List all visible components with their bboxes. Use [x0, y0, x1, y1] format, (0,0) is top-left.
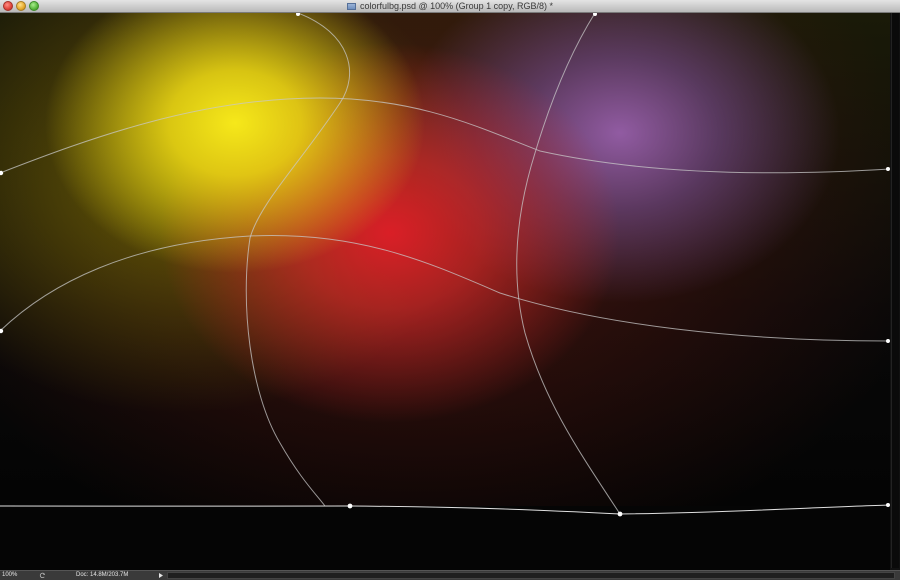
window-title: colorfulbg.psd @ 100% (Group 1 copy, RGB… [359, 1, 554, 11]
warp-line-horizontal-1 [0, 97, 890, 174]
horizontal-scroll-thumb[interactable] [168, 573, 894, 578]
warp-line-horizontal-3 [0, 504, 890, 515]
warp-line-vertical-2 [516, 13, 621, 515]
window-title-group: colorfulbg.psd @ 100% (Group 1 copy, RGB… [0, 0, 900, 12]
window-titlebar[interactable]: colorfulbg.psd @ 100% (Group 1 copy, RGB… [0, 0, 900, 13]
status-menu-arrow-icon[interactable] [157, 572, 165, 579]
horizontal-scrollbar[interactable] [167, 572, 895, 579]
vertical-scrollbar[interactable] [890, 13, 900, 570]
warp-mesh-overlay[interactable] [0, 13, 890, 570]
anchor-point [0, 328, 4, 334]
warp-line-horizontal-2 [0, 234, 890, 342]
document-size-info: Doc: 14.8M/203.7M [76, 572, 129, 578]
document-canvas[interactable] [0, 13, 890, 570]
psd-document-icon [346, 2, 356, 10]
refresh-icon[interactable] [39, 572, 46, 579]
anchor-point [617, 511, 623, 517]
anchor-point [296, 13, 300, 16]
warp-line-vertical-1 [245, 13, 351, 507]
anchor-point [347, 503, 353, 509]
zoom-level-field[interactable]: 100% [2, 571, 32, 580]
status-bar: 100% Doc: 14.8M/203.7M [0, 570, 900, 580]
vertical-scroll-thumb[interactable] [891, 13, 899, 568]
